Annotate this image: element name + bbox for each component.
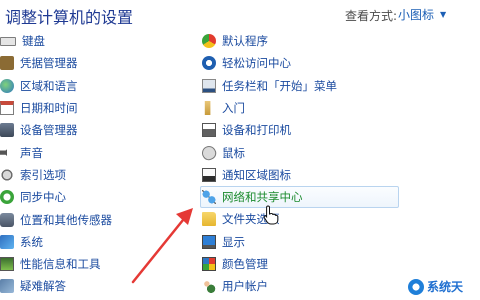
watermark-logo-icon: [408, 278, 424, 295]
ease-of-access-icon: [202, 56, 216, 71]
control-item-notification-area[interactable]: 通知区域图标: [202, 164, 427, 186]
mouse-icon: [199, 143, 219, 163]
keyboard-icon: [0, 36, 16, 46]
speaker-icon: [0, 145, 12, 160]
color-management-icon: [202, 256, 216, 271]
control-item-label[interactable]: 轻松访问中心: [222, 55, 291, 71]
index-icon: [0, 167, 14, 182]
control-item-location-sensors[interactable]: 位置和其他传感器: [0, 208, 225, 230]
credential-vault-icon: [0, 56, 14, 71]
control-item-label[interactable]: 性能信息和工具: [20, 256, 101, 272]
control-item-label[interactable]: 默认程序: [222, 33, 268, 49]
control-item-label[interactable]: 系统: [20, 234, 43, 250]
control-item-system[interactable]: 系统: [0, 231, 225, 253]
control-item-devices-printers[interactable]: 设备和打印机: [202, 119, 427, 141]
network-icon: [202, 190, 216, 205]
view-by-value[interactable]: 小图标: [398, 6, 434, 23]
control-item-label[interactable]: 颜色管理: [222, 256, 268, 272]
control-item-label[interactable]: 日期和时间: [20, 100, 78, 116]
control-item-label[interactable]: 网络和共享中心: [222, 189, 303, 205]
control-item-label[interactable]: 位置和其他传感器: [20, 212, 112, 228]
control-item-label[interactable]: 索引选项: [20, 167, 66, 183]
control-item-user-accounts[interactable]: 用户帐户: [202, 275, 427, 297]
control-item-label[interactable]: 设备和打印机: [222, 122, 291, 138]
control-item-label[interactable]: 显示: [222, 234, 245, 250]
printer-icon: [202, 123, 216, 138]
notification-area-icon: [202, 167, 216, 182]
control-item-indexing[interactable]: 索引选项: [0, 164, 225, 186]
control-item-folder-options[interactable]: 文件夹选项: [202, 208, 427, 230]
control-item-date-time[interactable]: 日期和时间: [0, 97, 225, 119]
left-column: 键盘 凭据管理器 区域和语言 日期和时间 设备管理器 声音 索引选项 同步中心 …: [0, 30, 225, 298]
control-item-label[interactable]: 键盘: [22, 33, 45, 49]
default-programs-icon: [202, 34, 216, 49]
control-item-network-sharing[interactable]: 网络和共享中心: [200, 186, 399, 209]
globe-icon: [0, 78, 14, 93]
control-item-credential-manager[interactable]: 凭据管理器: [0, 52, 225, 74]
right-column: 默认程序 轻松访问中心 任务栏和「开始」菜单 入门 设备和打印机 鼠标 通知区域…: [199, 30, 427, 297]
control-item-ease-of-access[interactable]: 轻松访问中心: [202, 52, 427, 74]
control-item-label[interactable]: 用户帐户: [222, 278, 268, 294]
control-item-label[interactable]: 疑难解答: [20, 278, 66, 294]
control-item-default-programs[interactable]: 默认程序: [202, 30, 427, 52]
sync-icon: [0, 190, 14, 205]
chevron-down-icon[interactable]: ▼: [440, 10, 446, 19]
calendar-icon: [0, 101, 14, 116]
folder-icon: [202, 212, 216, 227]
control-item-label[interactable]: 通知区域图标: [222, 167, 291, 183]
view-by-dropdown[interactable]: 小图标 ▼: [398, 5, 446, 23]
user-accounts-icon: [202, 279, 216, 294]
taskbar-icon: [202, 78, 216, 93]
getting-started-icon: [204, 101, 211, 116]
watermark-text: 系统天: [427, 280, 464, 294]
control-item-troubleshooting[interactable]: 疑难解答: [0, 275, 225, 297]
control-item-label[interactable]: 声音: [20, 145, 43, 161]
view-by-label: 查看方式:: [345, 9, 398, 23]
control-item-device-manager[interactable]: 设备管理器: [0, 119, 225, 141]
control-item-label[interactable]: 设备管理器: [20, 122, 78, 138]
device-manager-icon: [0, 123, 14, 138]
control-item-sound[interactable]: 声音: [0, 141, 225, 163]
system-icon: [0, 234, 14, 249]
control-item-keyboard[interactable]: 键盘: [0, 30, 225, 52]
control-item-label[interactable]: 同步中心: [20, 189, 66, 205]
control-item-label[interactable]: 鼠标: [222, 145, 245, 161]
control-item-label[interactable]: 凭据管理器: [20, 55, 78, 71]
control-item-taskbar-start[interactable]: 任务栏和「开始」菜单: [202, 75, 427, 97]
control-item-label[interactable]: 区域和语言: [20, 78, 78, 94]
performance-icon: [0, 257, 14, 272]
watermark: 系统天: [408, 278, 463, 295]
control-item-sync-center[interactable]: 同步中心: [0, 186, 225, 208]
header: 调整计算机的设置 查看方式: 小图标 ▼: [0, 0, 480, 30]
page-title: 调整计算机的设置: [5, 8, 134, 27]
hand-cursor-icon: [263, 205, 279, 225]
control-item-label[interactable]: 任务栏和「开始」菜单: [222, 78, 337, 94]
sensor-icon: [0, 212, 14, 227]
control-item-label[interactable]: 入门: [222, 100, 245, 116]
troubleshoot-icon: [0, 279, 14, 294]
control-item-getting-started[interactable]: 入门: [202, 97, 427, 119]
control-item-color-management[interactable]: 颜色管理: [202, 253, 427, 275]
control-item-performance[interactable]: 性能信息和工具: [0, 253, 225, 275]
display-icon: [202, 234, 216, 249]
control-item-region-language[interactable]: 区域和语言: [0, 75, 225, 97]
control-item-display[interactable]: 显示: [202, 230, 427, 252]
control-item-mouse[interactable]: 鼠标: [199, 141, 427, 163]
